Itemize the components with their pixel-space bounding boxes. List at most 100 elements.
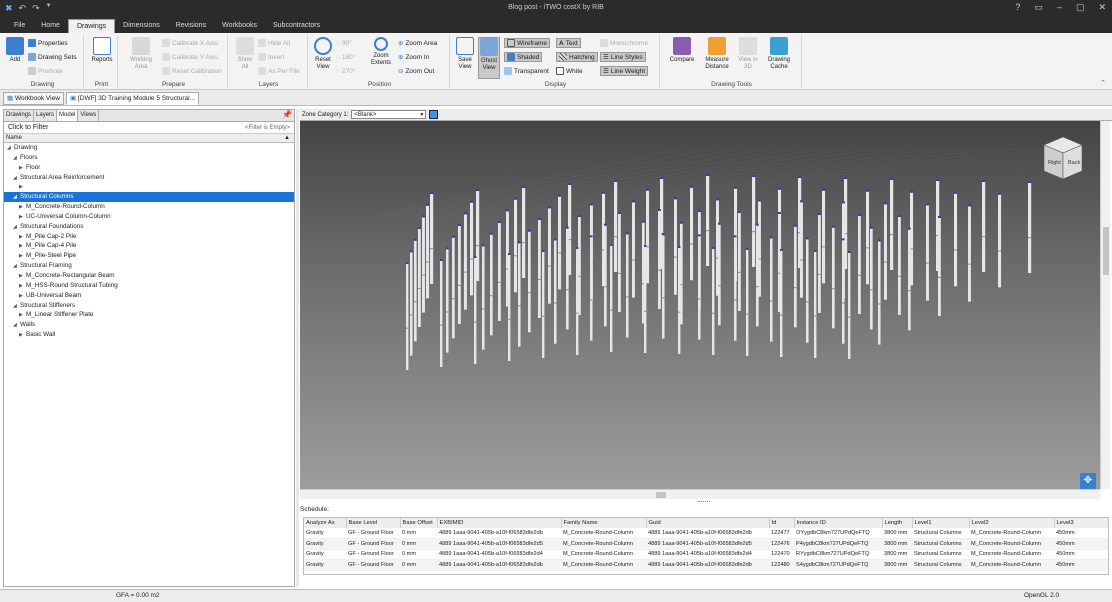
zoom-out-button[interactable]: ⊖ Zoom Out (398, 66, 434, 76)
cube-face-back[interactable]: Back (1068, 160, 1080, 166)
line-weight-button[interactable]: ☰ Line Weight (600, 66, 649, 76)
panel-tab-layers[interactable]: Layers (34, 110, 58, 121)
structural-column[interactable] (618, 212, 621, 312)
tree-item[interactable]: ◢ Structural Framing (4, 261, 294, 271)
structural-column[interactable] (474, 256, 477, 364)
structural-column[interactable] (908, 227, 911, 331)
tree-item[interactable]: ◢ Floors (4, 153, 294, 163)
tree-item[interactable]: ◢ Structural Foundations (4, 222, 294, 232)
structural-column[interactable] (576, 247, 579, 355)
structural-column[interactable] (898, 215, 901, 315)
structural-column[interactable] (554, 238, 557, 344)
structural-column[interactable] (698, 234, 701, 340)
structural-column[interactable] (870, 226, 873, 330)
zoom-extents-button[interactable]: Zoom Extents (368, 37, 394, 67)
expand-icon[interactable]: ▶ (19, 331, 26, 341)
schedule-column-header[interactable]: Base Offset (400, 518, 438, 528)
line-styles-button[interactable]: ☰ Line Styles (600, 52, 646, 62)
schedule-column-header[interactable]: EXBIMID (437, 518, 562, 528)
structural-column[interactable] (476, 189, 480, 281)
structural-column[interactable] (822, 188, 826, 284)
help-icon[interactable]: ? (1015, 2, 1020, 13)
close-icon[interactable]: ✕ (1098, 2, 1106, 13)
shaded-button[interactable]: Shaded (504, 52, 543, 62)
zoom-area-button[interactable]: ⊕ Zoom Area (398, 38, 437, 48)
properties-button[interactable]: Properties (28, 38, 68, 48)
structural-column[interactable] (626, 232, 629, 338)
calibrate-y-button[interactable]: Calibrate Y Axis (162, 52, 218, 62)
structural-column[interactable] (632, 200, 635, 298)
structural-column[interactable] (566, 226, 569, 330)
tree-item[interactable]: ◢ Structural Area Reinforcement (4, 173, 294, 183)
viewport-horizontal-scrollbar[interactable] (300, 489, 1100, 499)
rotate-180-button[interactable]: ◌ 180° (336, 52, 355, 62)
view-in-3d-button[interactable]: View in 3D (736, 37, 760, 71)
structural-column[interactable] (832, 225, 835, 329)
viewport-vertical-scrollbar[interactable] (1100, 121, 1110, 489)
reset-view-button[interactable]: Reset View (312, 37, 334, 71)
structural-column[interactable] (662, 233, 665, 339)
schedule-column-header[interactable]: Id (769, 518, 795, 528)
tab-workbooks[interactable]: Workbooks (214, 19, 265, 33)
drawing-cache-button[interactable]: Drawing Cache (764, 37, 794, 71)
maximize-icon[interactable]: ▢ (1076, 2, 1085, 13)
structural-column[interactable] (614, 180, 618, 272)
schedule-splitter[interactable] (698, 501, 710, 503)
tree-item[interactable]: ▶ Floor (4, 163, 294, 173)
filter-bar[interactable]: Click to Filter <Filter is Empty> (4, 122, 294, 134)
structural-column[interactable] (458, 224, 461, 324)
structural-column[interactable] (756, 223, 759, 327)
tree-item[interactable]: ▶ (4, 182, 294, 192)
tree-item[interactable]: ▶ M_Concrete-Rectangular Beam (4, 271, 294, 281)
tab-file[interactable]: File (6, 19, 33, 33)
structural-column[interactable] (954, 191, 958, 287)
tree-item[interactable]: ▶ M_Pile Cap-4 Pile (4, 241, 294, 251)
structural-column[interactable] (746, 248, 749, 356)
reports-button[interactable]: Reports (90, 37, 114, 64)
schedule-column-header[interactable]: Length (882, 518, 913, 528)
structural-column[interactable] (522, 186, 526, 278)
structural-column[interactable] (1028, 181, 1032, 273)
structural-column[interactable] (452, 235, 455, 339)
zoom-in-button[interactable]: ⊕ Zoom In (398, 52, 429, 62)
structural-column[interactable] (890, 178, 894, 270)
structural-column[interactable] (558, 194, 562, 290)
white-button[interactable]: White (556, 66, 583, 76)
text-button[interactable]: A Text (556, 38, 581, 48)
structural-column[interactable] (674, 197, 677, 295)
structural-column[interactable] (446, 247, 449, 353)
view-cube[interactable]: Right Back (1042, 135, 1084, 183)
structural-column[interactable] (430, 192, 434, 284)
tree-item[interactable]: ◢ Structural Stiffeners (4, 301, 294, 311)
transparent-button[interactable]: Transparent (504, 66, 549, 76)
schedule-column-header[interactable]: Level2 (969, 518, 1055, 528)
schedule-column-header[interactable]: Instance ID (794, 518, 883, 528)
table-row[interactable]: Gravity GF - Ground Floor 0 mm 4889 1aaa-90… (304, 538, 1108, 550)
tab-subcontractors[interactable]: Subcontractors (265, 19, 328, 33)
structural-column[interactable] (422, 215, 425, 313)
hatching-button[interactable]: Hatching (556, 52, 598, 62)
structural-column[interactable] (998, 192, 1002, 288)
structural-column[interactable] (514, 197, 518, 293)
collapse-ribbon-icon[interactable]: ⌃ (1100, 79, 1106, 87)
zone-settings-icon[interactable] (429, 110, 439, 119)
structural-column[interactable] (818, 213, 821, 313)
structural-column[interactable] (490, 232, 493, 336)
schedule-column-header[interactable]: Family Name (561, 518, 647, 528)
pin-icon[interactable]: 📌 (282, 110, 292, 119)
structural-column[interactable] (884, 202, 887, 300)
rotate-270-button[interactable]: ◌ 270° (336, 66, 355, 76)
schedule-column-header[interactable]: Base Level (346, 518, 401, 528)
minimize-icon[interactable]: – (1057, 2, 1062, 13)
structural-column[interactable] (482, 244, 485, 350)
tree-item[interactable]: ▶ UB-Universal Beam (4, 291, 294, 301)
structural-column[interactable] (690, 185, 694, 281)
cube-face-right[interactable]: Right (1048, 160, 1061, 166)
invert-button[interactable]: Invert (258, 52, 284, 62)
as-per-file-button[interactable]: As Per File (258, 66, 300, 76)
structural-column[interactable] (734, 235, 737, 341)
tree-item[interactable]: ▶ M_Pile Cap-2 Pile (4, 232, 294, 242)
tree-item[interactable]: ▶ M_HSS-Round Structural Tubing (4, 281, 294, 291)
structural-column[interactable] (866, 189, 870, 285)
structural-column[interactable] (680, 221, 683, 325)
